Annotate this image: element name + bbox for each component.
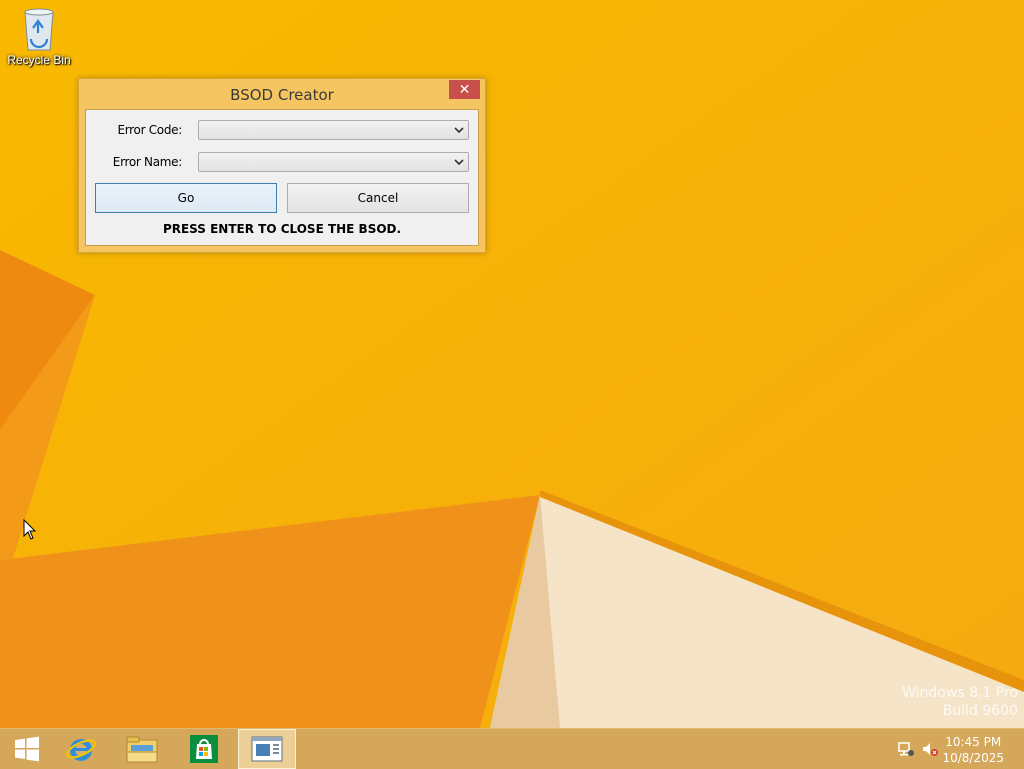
- cancel-button[interactable]: Cancel: [287, 183, 469, 213]
- close-icon: ✕: [458, 81, 471, 97]
- chevron-down-icon: [454, 159, 464, 166]
- error-name-dropdown[interactable]: [198, 152, 469, 172]
- taskbar-internet-explorer[interactable]: [54, 729, 108, 769]
- title-bar[interactable]: BSOD Creator ✕: [79, 79, 485, 109]
- taskbar-file-explorer[interactable]: [115, 729, 169, 769]
- dialog-client-area: Error Code: Error Name: Go Cancel PRESS …: [85, 109, 479, 246]
- clock-time: 10:45 PM: [945, 735, 1002, 749]
- error-code-label: Error Code:: [117, 123, 182, 137]
- windows-watermark: Windows 8.1 Pro Build 9600: [902, 684, 1018, 720]
- error-code-dropdown[interactable]: [198, 120, 469, 140]
- mouse-cursor-icon: [23, 519, 37, 540]
- error-name-label: Error Name:: [112, 155, 183, 169]
- desktop-icon-label: Recycle Bin: [7, 53, 71, 67]
- close-button[interactable]: ✕: [449, 80, 480, 99]
- network-icon[interactable]: [897, 740, 915, 758]
- recycle-bin-icon: [24, 8, 54, 51]
- file-explorer-icon: [126, 736, 158, 763]
- desktop: Recycle Bin BSOD Creator ✕ Error Code: E…: [0, 0, 1024, 728]
- start-button[interactable]: [0, 729, 54, 769]
- instruction-text: PRESS ENTER TO CLOSE THE BSOD.: [162, 222, 402, 236]
- taskbar: 10:45 PM 10/8/2025: [0, 728, 1024, 769]
- taskbar-clock[interactable]: 10:45 PM 10/8/2025: [942, 734, 1004, 766]
- windows-logo-icon: [15, 736, 39, 762]
- desktop-icon-recycle-bin[interactable]: Recycle Bin: [4, 6, 74, 67]
- chevron-down-icon: [454, 127, 464, 134]
- taskbar-store[interactable]: [177, 729, 231, 769]
- store-icon: [190, 735, 218, 763]
- bsod-creator-window: BSOD Creator ✕ Error Code: Error Name: G…: [78, 78, 486, 253]
- watermark-edition: Windows 8.1 Pro: [902, 685, 1018, 701]
- go-button[interactable]: Go: [95, 183, 277, 213]
- watermark-build: Build 9600: [942, 703, 1018, 719]
- clock-date: 10/8/2025: [942, 751, 1004, 765]
- app-window-icon: [251, 736, 283, 762]
- internet-explorer-icon: [66, 739, 96, 761]
- taskbar-bsod-creator[interactable]: [238, 729, 296, 769]
- volume-muted-icon[interactable]: [921, 740, 939, 758]
- window-title: BSOD Creator: [230, 86, 334, 104]
